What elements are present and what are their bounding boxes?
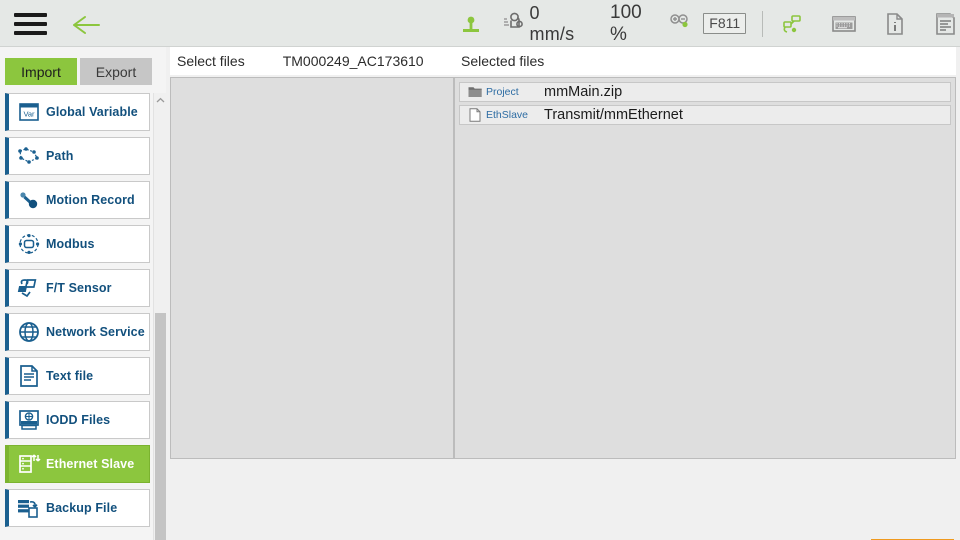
selected-files-title: Selected files [461, 53, 545, 69]
file-name-label: Transmit/mmEthernet [544, 107, 683, 123]
motion-record-icon [12, 189, 46, 211]
globe-icon [12, 321, 46, 343]
selected-files-header: Selected files [454, 47, 956, 75]
sidebar-item-path[interactable]: Path [5, 137, 150, 175]
hamburger-line [14, 13, 47, 17]
sidebar-item-ft-sensor[interactable]: F/T Sensor [5, 269, 150, 307]
percent-indicator: 100 % [610, 2, 691, 46]
function-badge-label: F811 [703, 13, 747, 34]
text-file-icon [12, 364, 46, 388]
main-content-area: Select files TM000249_AC173610 Selected … [166, 47, 960, 540]
sidebar-item-global-variable[interactable]: Var Global Variable [5, 93, 150, 131]
document-icon [464, 108, 486, 122]
ethernet-slave-icon [12, 452, 46, 476]
sidebar-item-motion-record[interactable]: Motion Record [5, 181, 150, 219]
file-name-label: mmMain.zip [544, 84, 623, 100]
sidebar-item-label: Motion Record [46, 193, 135, 207]
status-indicators: 0 mm/s 100 % F811 [455, 0, 960, 47]
sidebar-item-label: Modbus [46, 237, 95, 251]
speed-gauge-icon [502, 11, 524, 36]
iodd-files-icon [12, 409, 46, 431]
sidebar-item-iodd-files[interactable]: IODD Files [5, 401, 150, 439]
function-badge[interactable]: F811 [703, 13, 747, 34]
tab-export-label: Export [95, 63, 137, 80]
keyboard-icon[interactable] [830, 10, 859, 38]
panel-header-row: Select files TM000249_AC173610 Selected … [166, 47, 960, 75]
selected-files-panel[interactable]: Project mmMain.zip EthSlave Transmit/mmE… [454, 77, 956, 459]
sidebar-item-label: Path [46, 149, 74, 163]
sidebar-item-backup-file[interactable]: Backup File [5, 489, 150, 527]
info-icon[interactable] [881, 10, 910, 38]
list-item[interactable]: Project mmMain.zip [459, 82, 951, 102]
sidebar-item-label: F/T Sensor [46, 281, 112, 295]
sidebar-item-text-file[interactable]: Text file [5, 357, 150, 395]
bottom-action-bar: Device 0 \USB\TMROBOT Free Space: 28920 … [166, 467, 960, 540]
zoom-in-out-icon[interactable] [669, 12, 691, 35]
log-list-icon[interactable] [931, 10, 960, 38]
sidebar-item-label: Text file [46, 369, 94, 383]
sidebar-nav-list: Var Global Variable Path Motion Record M… [5, 93, 153, 535]
svg-text:Var: Var [23, 110, 35, 119]
hamburger-line [14, 22, 47, 26]
top-status-bar: 0 mm/s 100 % F811 [0, 0, 960, 47]
sidebar-item-label: Network Service [46, 325, 145, 339]
sidebar-item-label: IODD Files [46, 413, 111, 427]
var-box-icon: Var [12, 101, 46, 123]
left-sidebar: Import Export Var Global Variable Path M… [0, 47, 166, 540]
hamburger-menu-icon[interactable] [14, 13, 47, 35]
sidebar-item-label: Backup File [46, 501, 118, 515]
robot-base-icon [455, 10, 488, 38]
select-files-subtitle: TM000249_AC173610 [282, 53, 424, 69]
list-item[interactable]: EthSlave Transmit/mmEthernet [459, 105, 951, 125]
sidebar-item-network-service[interactable]: Network Service [5, 313, 150, 351]
sidebar-item-label: Global Variable [46, 105, 138, 119]
speed-value: 0 mm/s [529, 2, 575, 44]
path-nodes-icon [12, 145, 46, 167]
scrollbar-thumb[interactable] [155, 313, 166, 540]
sidebar-item-label: Ethernet Slave [46, 457, 135, 471]
select-files-header: Select files TM000249_AC173610 [170, 47, 454, 75]
toolbar-divider [762, 10, 764, 37]
application-window: 0 mm/s 100 % F811 Import Export Var Glob… [0, 0, 960, 540]
file-type-label: Project [486, 86, 519, 98]
backup-file-icon [12, 497, 46, 519]
hamburger-line [14, 31, 47, 35]
import-export-tabs: Import Export [5, 58, 152, 85]
sidebar-item-ethernet-slave[interactable]: Ethernet Slave [5, 445, 150, 483]
percent-value: 100 % [610, 1, 642, 45]
sidebar-scrollbar[interactable] [153, 93, 166, 540]
file-type-label: EthSlave [486, 109, 529, 121]
select-files-title: Select files [177, 53, 245, 69]
tab-import-label: Import [21, 63, 61, 80]
network-nodes-icon[interactable] [779, 10, 808, 38]
folder-icon [464, 86, 486, 98]
select-files-panel[interactable] [170, 77, 454, 459]
speed-indicator: 0 mm/s [502, 3, 586, 45]
sidebar-item-modbus[interactable]: Modbus [5, 225, 150, 263]
modbus-icon [12, 233, 46, 255]
tab-export[interactable]: Export [80, 58, 152, 85]
back-arrow-icon[interactable] [72, 14, 102, 36]
tab-import[interactable]: Import [5, 58, 77, 85]
ft-sensor-icon [12, 277, 46, 299]
